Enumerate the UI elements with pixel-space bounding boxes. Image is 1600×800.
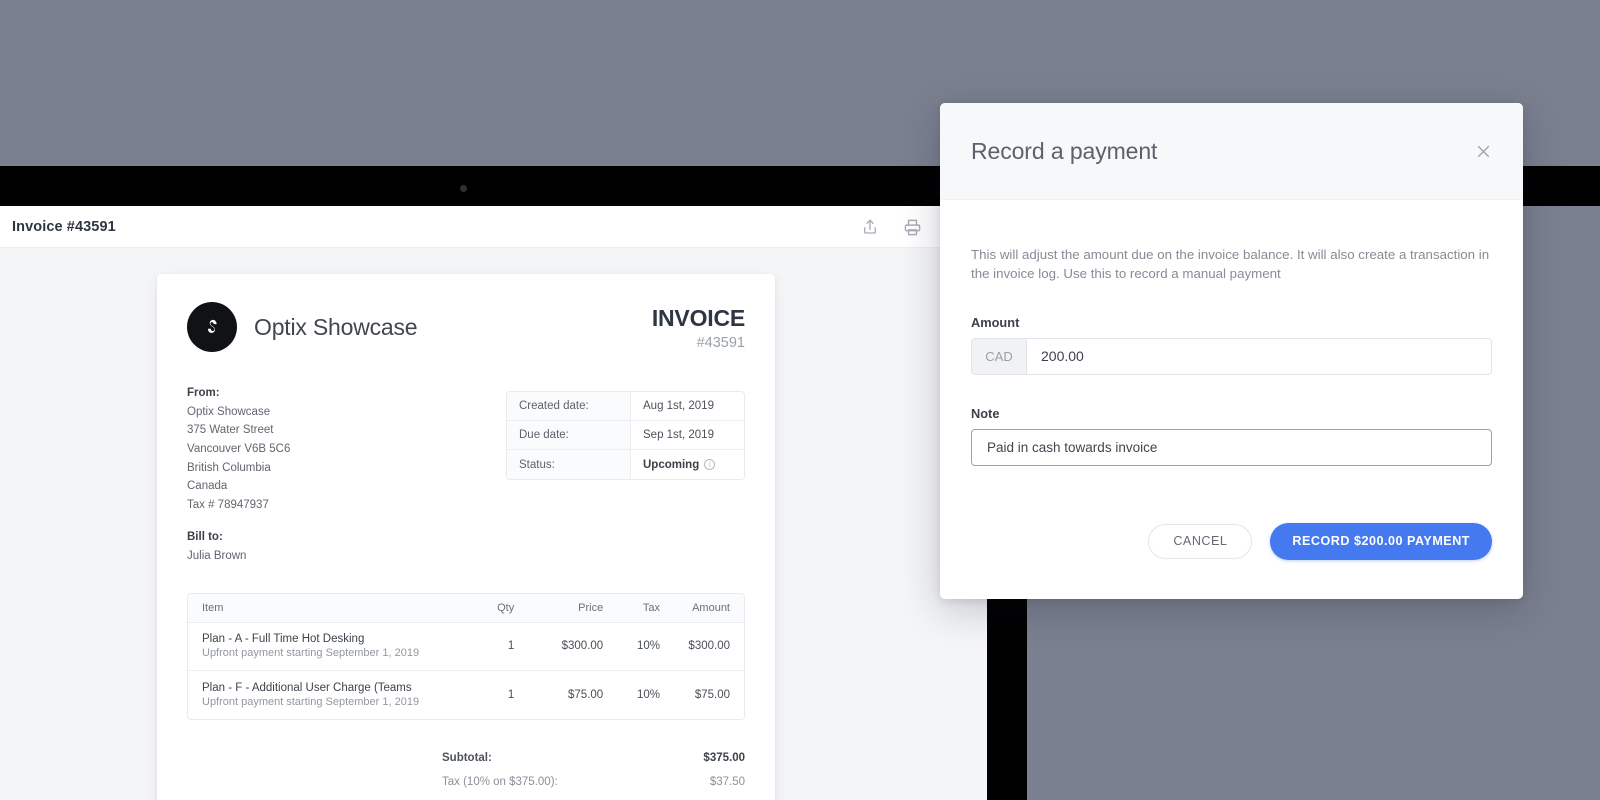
column-header-tax: Tax: [642, 601, 660, 614]
table-row: Plan - F - Additional User Charge (Teams…: [188, 671, 744, 719]
cell-qty: 1: [507, 688, 515, 701]
table-row: Plan - A - Full Time Hot Desking Upfront…: [188, 623, 744, 671]
invoice-meta-table: Created date: Aug 1st, 2019 Due date: Se…: [506, 391, 745, 480]
record-payment-modal: Record a payment This will adjust the am…: [940, 103, 1523, 599]
from-line: 375 Water Street: [187, 424, 274, 437]
modal-actions: CANCEL RECORD $200.00 PAYMENT: [971, 522, 1492, 560]
invoice-meta-section: From: Optix Showcase 375 Water Street Va…: [187, 384, 745, 566]
meta-key: Due date:: [507, 421, 631, 449]
meta-row-created: Created date: Aug 1st, 2019: [507, 392, 744, 421]
subtotal-value: $375.00: [703, 751, 745, 764]
cell-amount: $300.00: [688, 640, 730, 653]
invoice-scroll-area[interactable]: Optix Showcase INVOICE #43591 From: Opti…: [0, 249, 987, 800]
bill-to-line: Julia Brown: [187, 550, 247, 562]
address-block: From: Optix Showcase 375 Water Street Va…: [187, 384, 290, 566]
info-icon[interactable]: i: [704, 459, 716, 470]
meta-row-due: Due date: Sep 1st, 2019: [507, 421, 744, 450]
column-header-qty: Qty: [497, 601, 515, 614]
column-header-amount: Amount: [692, 601, 730, 614]
cell-amount: $75.00: [694, 688, 730, 701]
amount-input[interactable]: [1027, 338, 1491, 374]
cell-tax: 10%: [636, 688, 660, 701]
app-topbar: Invoice #43591: [0, 206, 987, 248]
cell-item: Plan - A - Full Time Hot Desking Upfront…: [188, 633, 446, 659]
modal-header: Record a payment: [940, 103, 1523, 200]
column-header-price: Price: [578, 601, 604, 614]
invoice-number: #43591: [696, 335, 745, 351]
cell-item: Plan - F - Additional User Charge (Teams…: [188, 682, 446, 708]
page-title: Invoice #43591: [12, 218, 116, 235]
from-line: British Columbia: [187, 461, 271, 474]
totals-row-tax: Tax (10% on $375.00): $37.50: [442, 770, 745, 794]
currency-prefix: CAD: [972, 338, 1027, 374]
modal-description: This will adjust the amount due on the i…: [971, 247, 1490, 281]
record-payment-button[interactable]: RECORD $200.00 PAYMENT: [1270, 522, 1492, 560]
status-badge: Upcoming i: [631, 450, 744, 479]
cell-tax: 10%: [636, 640, 660, 653]
from-line: Vancouver V6B 5C6: [187, 442, 291, 455]
from-line: Canada: [187, 480, 228, 493]
invoice-document: Optix Showcase INVOICE #43591 From: Opti…: [157, 274, 775, 800]
cell-price: $300.00: [561, 640, 604, 653]
line-items-table: Item Qty Price Tax Amount Plan - A - Ful…: [187, 592, 745, 720]
meta-row-status: Status: Upcoming i: [507, 450, 744, 479]
close-icon[interactable]: [1472, 140, 1494, 162]
from-line: Tax # 78947937: [187, 498, 269, 511]
from-line: Optix Showcase: [187, 405, 271, 418]
bill-to-address: Bill to: Julia Brown: [187, 528, 290, 565]
status-text: Upcoming: [643, 458, 700, 471]
meta-value: Aug 1st, 2019: [643, 400, 714, 412]
invoice-title-block: INVOICE #43591: [652, 302, 745, 351]
amount-label: Amount: [971, 314, 1020, 330]
table-header-row: Item Qty Price Tax Amount: [188, 593, 744, 623]
modal-body: This will adjust the amount due on the i…: [940, 200, 1523, 560]
invoice-app-window: Invoice #43591 Optix Showcase INVOICE #4…: [0, 206, 987, 800]
optix-logo-icon: [187, 302, 237, 352]
cancel-button[interactable]: CANCEL: [1148, 523, 1253, 559]
screen-root: Invoice #43591 Optix Showcase INVOICE #4…: [0, 0, 1600, 800]
note-input[interactable]: [971, 428, 1492, 466]
cell-qty: 1: [507, 640, 515, 653]
brand: Optix Showcase: [187, 302, 418, 352]
column-header-item: Item: [202, 601, 224, 614]
tax-value: $37.50: [709, 775, 745, 788]
device-camera-dot: [460, 185, 467, 192]
totals-row-subtotal: Subtotal: $375.00: [442, 746, 745, 770]
item-name: Plan - A - Full Time Hot Desking: [202, 633, 365, 646]
amount-field-group: CAD: [971, 337, 1492, 375]
invoice-header: Optix Showcase INVOICE #43591: [187, 302, 745, 352]
from-address: From: Optix Showcase 375 Water Street Va…: [187, 384, 290, 514]
print-icon[interactable]: [901, 216, 923, 238]
note-label: Note: [971, 405, 1000, 421]
meta-value: Sep 1st, 2019: [643, 429, 714, 441]
share-icon[interactable]: [859, 216, 881, 238]
tax-label: Tax (10% on $375.00):: [442, 775, 558, 788]
meta-key: Created date:: [507, 392, 631, 420]
brand-name: Optix Showcase: [254, 313, 418, 340]
cell-price: $75.00: [568, 688, 604, 701]
invoice-totals: Subtotal: $375.00 Tax (10% on $375.00): …: [187, 746, 745, 800]
item-subtitle: Upfront payment starting September 1, 20…: [202, 647, 420, 660]
from-label: From:: [187, 387, 220, 399]
item-name: Plan - F - Additional User Charge (Teams: [202, 681, 412, 694]
subtotal-label: Subtotal:: [442, 751, 492, 764]
invoice-heading: INVOICE: [651, 305, 745, 331]
item-subtitle: Upfront payment starting September 1, 20…: [202, 695, 420, 708]
modal-title: Record a payment: [971, 137, 1158, 164]
bill-to-label: Bill to:: [187, 531, 223, 544]
meta-key: Status:: [507, 450, 631, 479]
